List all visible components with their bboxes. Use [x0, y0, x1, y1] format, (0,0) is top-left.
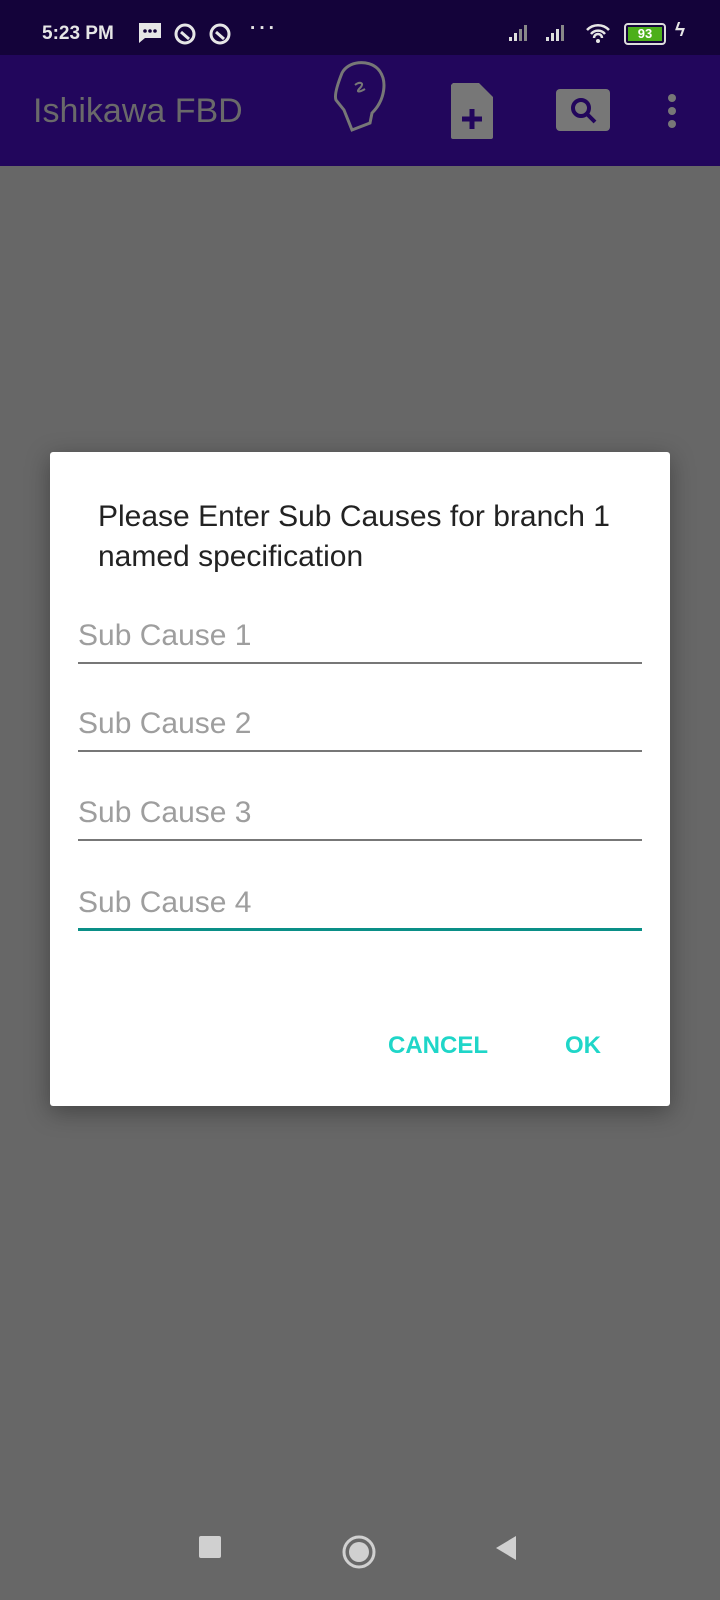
sub-causes-dialog: Please Enter Sub Causes for branch 1 nam…	[50, 452, 670, 1106]
message-icon	[139, 23, 161, 43]
search-icon[interactable]	[556, 89, 610, 131]
sub-cause-2-field[interactable]	[78, 700, 642, 752]
signal-icon	[509, 25, 527, 41]
cancel-button[interactable]: CANCEL	[388, 1032, 488, 1060]
status-bar: 5:23 PM ··· 93 ϟ	[0, 0, 720, 55]
sub-cause-4-field[interactable]	[78, 879, 642, 931]
signal-icon	[546, 25, 564, 41]
more-dots-icon: ···	[250, 18, 278, 39]
sub-cause-2-input[interactable]	[78, 700, 642, 748]
battery-icon: 93	[624, 23, 666, 45]
sub-cause-1-input[interactable]	[78, 612, 642, 660]
dialog-title: Please Enter Sub Causes for branch 1 nam…	[98, 500, 610, 573]
sub-cause-3-input[interactable]	[78, 789, 642, 837]
head-icon[interactable]	[330, 55, 390, 135]
sub-cause-1-field[interactable]	[78, 612, 642, 664]
ok-button[interactable]: OK	[565, 1032, 601, 1060]
sub-cause-4-input[interactable]	[78, 879, 642, 927]
back-button-icon[interactable]	[494, 1535, 518, 1561]
app-bar: Ishikawa FBD	[0, 55, 720, 166]
app-notification-icon	[174, 23, 196, 45]
app-notification-icon	[209, 23, 231, 45]
app-title: Ishikawa FBD	[33, 92, 243, 130]
charging-icon: ϟ	[675, 20, 686, 41]
recents-button-icon[interactable]	[198, 1535, 222, 1559]
home-button-icon[interactable]	[341, 1534, 377, 1570]
overflow-menu-icon[interactable]	[666, 93, 678, 129]
sub-cause-3-field[interactable]	[78, 789, 642, 841]
new-file-icon[interactable]	[450, 83, 494, 139]
status-time: 5:23 PM	[42, 23, 114, 44]
wifi-icon	[586, 23, 610, 43]
